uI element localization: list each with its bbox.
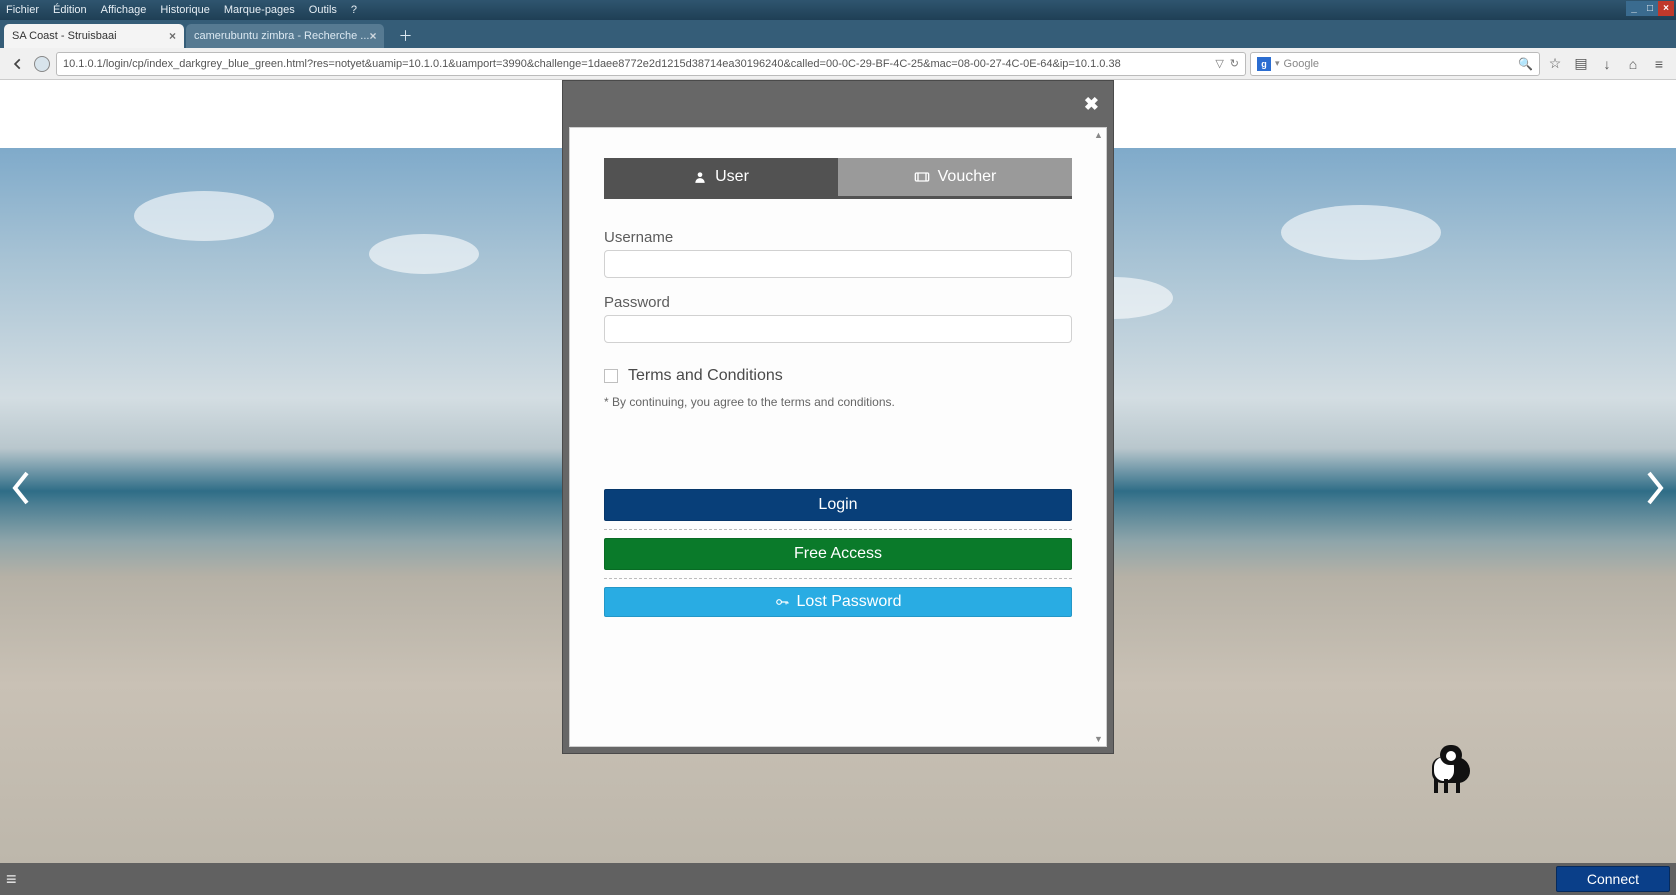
globe-icon [34, 56, 50, 72]
password-label: Password [604, 294, 1072, 311]
home-icon[interactable]: ⌂ [1622, 53, 1644, 75]
menu-fichier[interactable]: Fichier [6, 4, 39, 16]
bookmark-star-icon[interactable]: ☆ [1544, 53, 1566, 75]
bottom-bar: ≡ Connect [0, 863, 1676, 895]
modal-body: ▲ User Voucher Username Password [569, 127, 1107, 747]
password-input[interactable] [604, 315, 1072, 343]
url-bar[interactable]: 10.1.0.1/login/cp/index_darkgrey_blue_gr… [56, 52, 1246, 76]
chevron-left-icon [11, 471, 31, 505]
scroll-up-icon[interactable]: ▲ [1094, 130, 1104, 140]
connect-button[interactable]: Connect [1556, 866, 1670, 892]
dropdown-icon[interactable]: ▽ [1215, 57, 1223, 70]
lost-password-label: Lost Password [797, 593, 902, 611]
lost-password-button[interactable]: Lost Password [604, 587, 1072, 617]
tab-user[interactable]: User [604, 158, 838, 196]
reload-icon[interactable]: ↻ [1230, 57, 1239, 70]
terms-note: * By continuing, you agree to the terms … [604, 395, 1072, 409]
voucher-icon [914, 170, 930, 184]
new-tab-button[interactable]: ＋ [394, 25, 416, 47]
menu-marquepages[interactable]: Marque-pages [224, 4, 295, 16]
tab-user-label: User [715, 168, 749, 186]
library-icon[interactable]: ▤ [1570, 53, 1592, 75]
carousel-prev-button[interactable] [6, 463, 36, 513]
terms-checkbox[interactable] [604, 369, 618, 383]
close-icon[interactable]: × [369, 29, 376, 43]
browser-tab-active[interactable]: SA Coast - Struisbaai × [4, 24, 184, 48]
terms-label[interactable]: Terms and Conditions [628, 367, 783, 385]
menu-affichage[interactable]: Affichage [101, 4, 147, 16]
modal-header: ✖ [563, 81, 1113, 127]
menu-edition[interactable]: Édition [53, 4, 87, 16]
login-tabs: User Voucher [604, 158, 1072, 199]
dropdown-icon[interactable]: ▾ [1275, 58, 1280, 69]
os-menubar: Fichier Édition Affichage Historique Mar… [0, 0, 1676, 20]
menu-icon[interactable]: ≡ [6, 869, 17, 890]
tab-voucher-label: Voucher [938, 168, 997, 186]
browser-tab-inactive[interactable]: camerubuntu zimbra - Recherche ... × [186, 24, 384, 48]
search-placeholder: Google [1284, 58, 1319, 70]
back-button[interactable] [6, 52, 30, 76]
browser-toolbar: 10.1.0.1/login/cp/index_darkgrey_blue_gr… [0, 48, 1676, 80]
carousel-next-button[interactable] [1640, 463, 1670, 513]
page-viewport: ≡ Connect ✖ ▲ User Voucher [0, 80, 1676, 895]
menu-outils[interactable]: Outils [309, 4, 337, 16]
menu-help[interactable]: ? [351, 4, 357, 16]
browser-tabstrip: SA Coast - Struisbaai × camerubuntu zimb… [0, 20, 1676, 48]
free-access-button[interactable]: Free Access [604, 538, 1072, 570]
tab-title: camerubuntu zimbra - Recherche ... [194, 30, 369, 42]
back-arrow-icon [11, 57, 25, 71]
close-icon[interactable]: × [169, 29, 176, 43]
window-controls: _ □ × [1626, 1, 1674, 16]
tab-voucher[interactable]: Voucher [838, 158, 1072, 196]
modal-close-button[interactable]: ✖ [1084, 94, 1099, 115]
divider [604, 529, 1072, 530]
window-close-button[interactable]: × [1658, 1, 1674, 16]
user-icon [693, 170, 707, 184]
menu-icon[interactable]: ≡ [1648, 53, 1670, 75]
scroll-down-icon[interactable]: ▼ [1094, 734, 1104, 744]
divider [604, 578, 1072, 579]
login-button[interactable]: Login [604, 489, 1072, 521]
search-bar[interactable]: g ▾ Google 🔍 [1250, 52, 1540, 76]
downloads-icon[interactable]: ↓ [1596, 53, 1618, 75]
chevron-right-icon [1645, 471, 1665, 505]
minimize-button[interactable]: _ [1626, 1, 1642, 16]
dog-in-photo [1416, 743, 1486, 793]
search-engine-icon: g [1257, 57, 1271, 71]
menu-historique[interactable]: Historique [160, 4, 210, 16]
search-icon[interactable]: 🔍 [1518, 57, 1533, 71]
login-modal: ✖ ▲ User Voucher Username [562, 80, 1114, 754]
username-input[interactable] [604, 250, 1072, 278]
url-text: 10.1.0.1/login/cp/index_darkgrey_blue_gr… [63, 58, 1209, 70]
key-icon [775, 595, 789, 609]
username-label: Username [604, 229, 1072, 246]
tab-title: SA Coast - Struisbaai [12, 30, 117, 42]
maximize-button[interactable]: □ [1642, 1, 1658, 16]
